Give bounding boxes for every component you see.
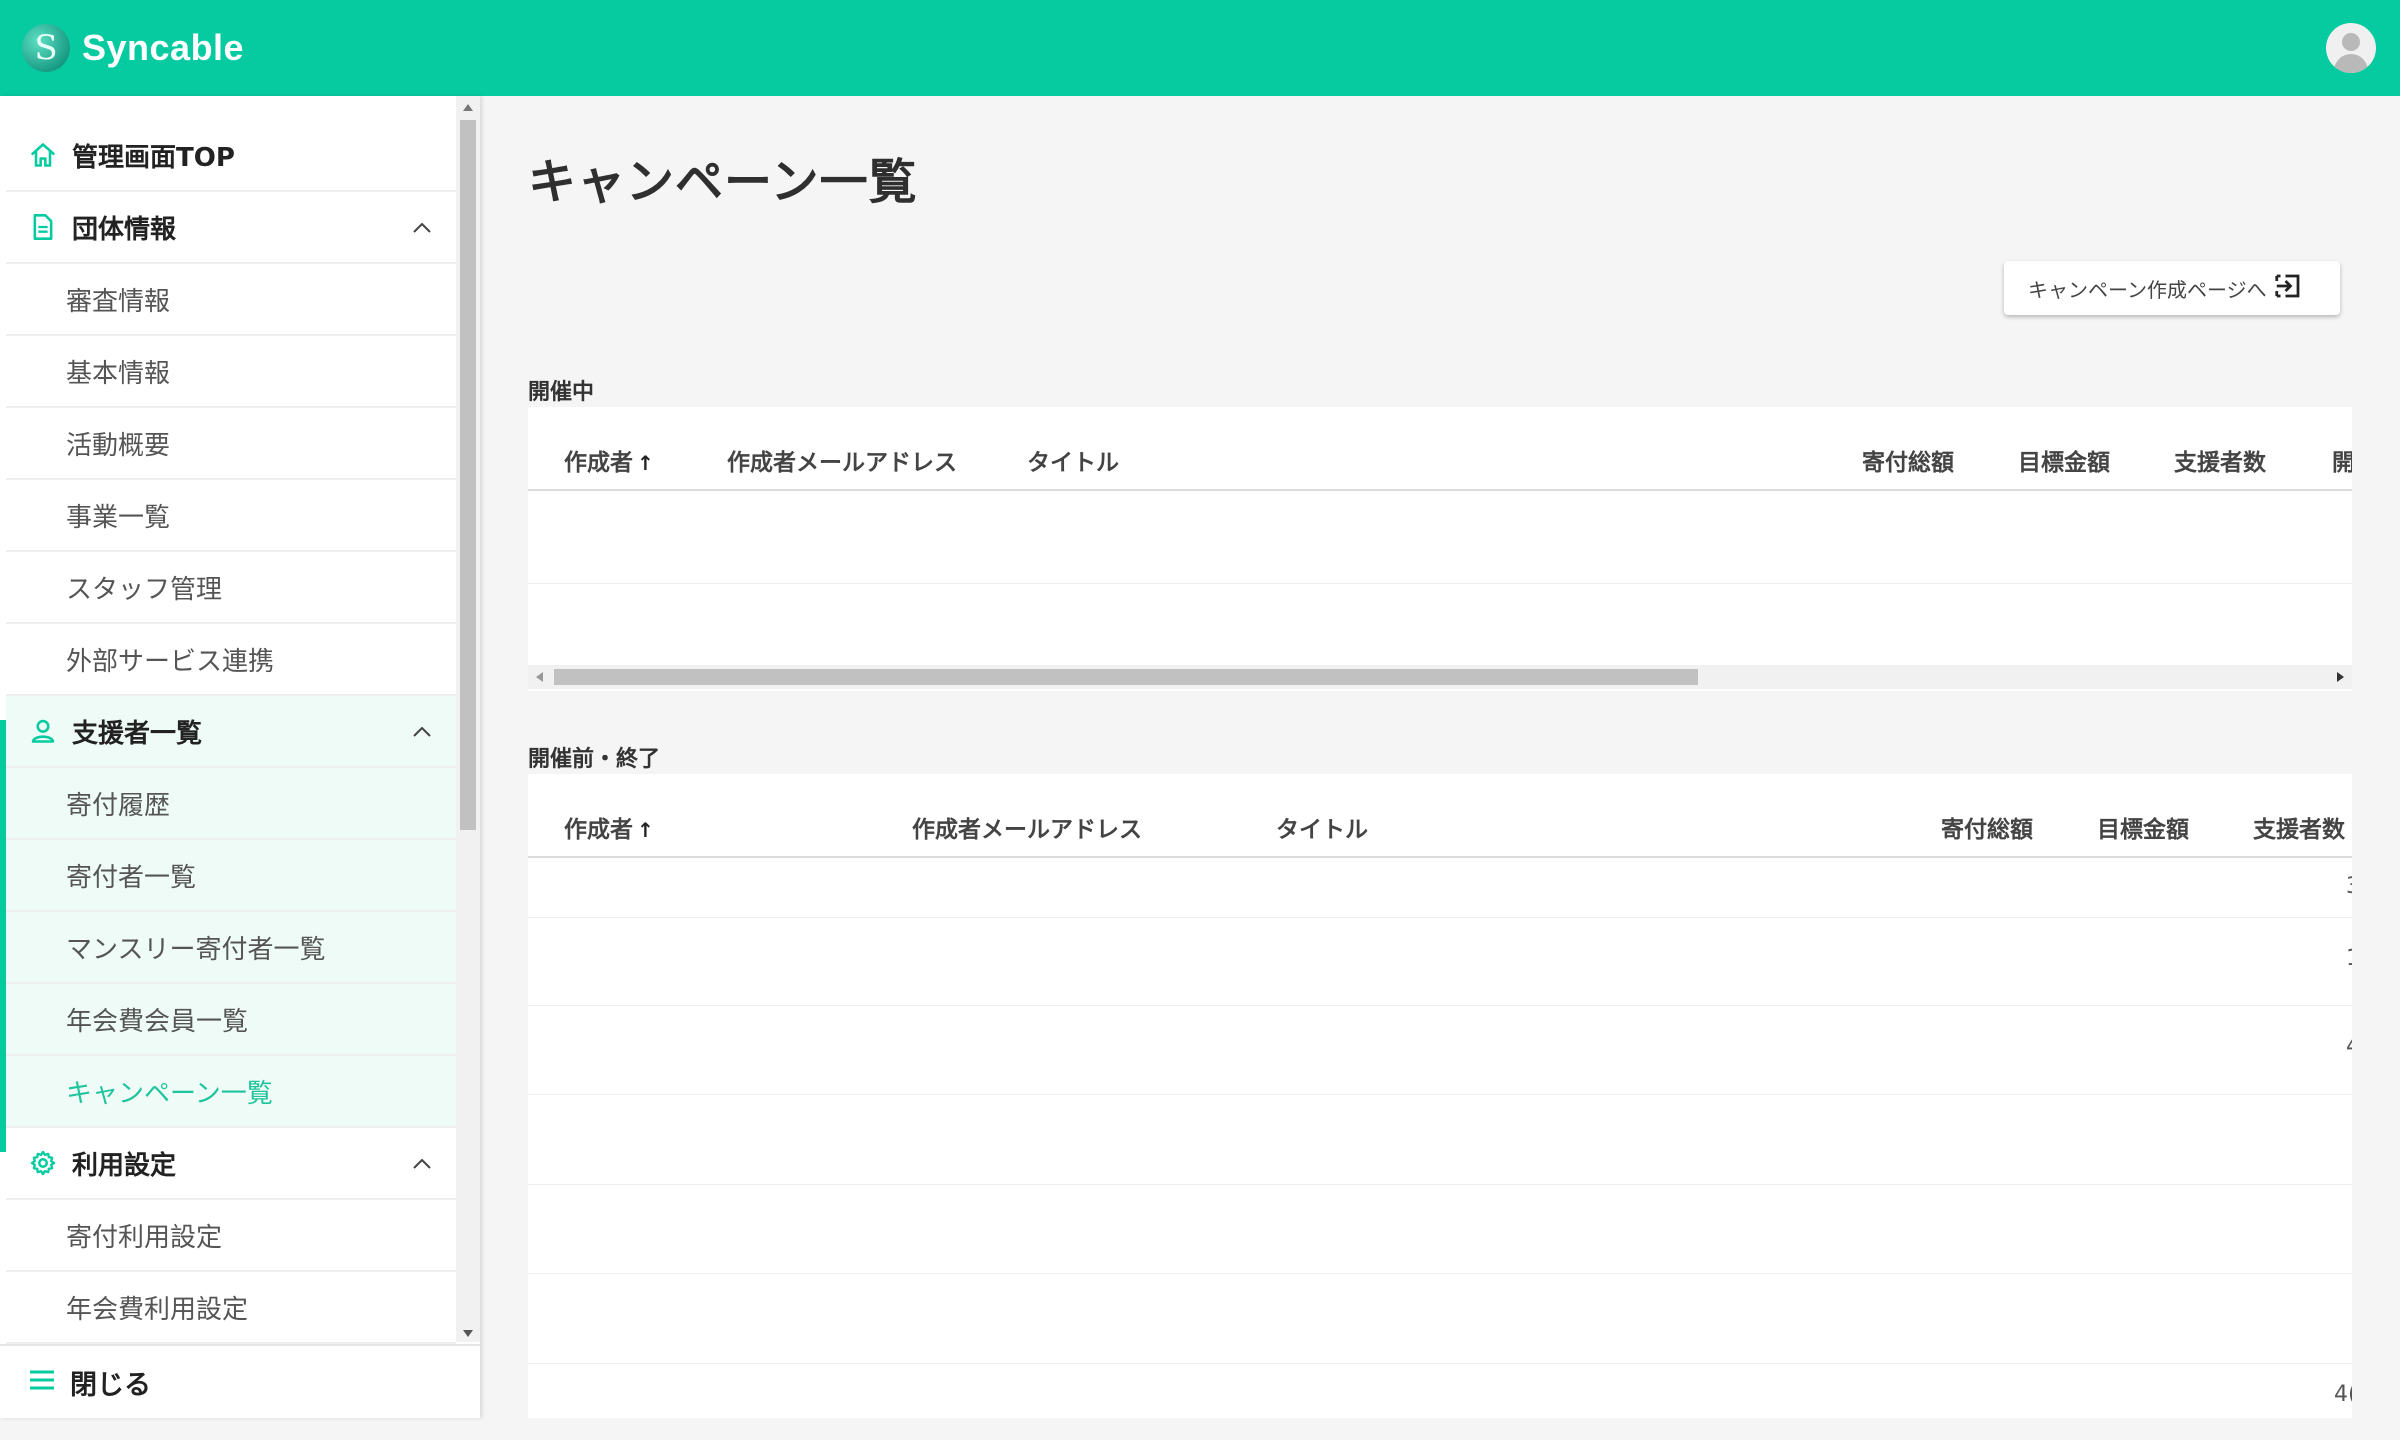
sidebar-item-label: 年会費会員一覧 <box>66 1006 249 1037</box>
section-label-other: 開催前・終了 <box>528 747 661 772</box>
page-title: キャンペーン一覧 <box>528 154 918 210</box>
sidebar-item-label: 団体情報 <box>72 214 177 245</box>
menu-icon <box>28 1368 56 1396</box>
sidebar-item-donation-history[interactable]: 寄付履歴 <box>6 768 456 840</box>
table-row[interactable]: 3 <box>528 860 2352 918</box>
sidebar-item-label: 寄付利用設定 <box>66 1222 223 1253</box>
sidebar-group-supporters[interactable]: 支援者一覧 <box>6 696 456 768</box>
column-header-title[interactable]: タイトル <box>1027 443 1119 477</box>
column-header-start[interactable]: 開 <box>2332 443 2352 477</box>
sidebar-item-basic-info[interactable]: 基本情報 <box>6 336 456 408</box>
chevron-up-icon[interactable] <box>410 720 434 744</box>
scroll-left-icon[interactable] <box>536 672 543 682</box>
app-header: S Syncable <box>0 0 2400 96</box>
table-row[interactable]: 4( <box>528 1364 2352 1418</box>
section-label-active: 開催中 <box>528 380 595 405</box>
sidebar-nav: 管理画面TOP 団体情報 審査情報 基本情報 活動概要 事業一覧 スタッフ管理 … <box>0 120 456 1440</box>
other-campaigns-table: 作成者↑ 作成者メールアドレス タイトル 寄付総額 目標金額 支援者数 3 1 … <box>528 774 2352 1418</box>
table-row[interactable] <box>528 584 2352 672</box>
table-header: 作成者 ↑ 作成者メールアドレス タイトル 寄付総額 目標金額 支援者数 <box>528 774 2352 858</box>
logo-mark-icon: S <box>22 24 70 72</box>
sidebar-item-staff[interactable]: スタッフ管理 <box>6 552 456 624</box>
column-header-creator[interactable]: 作成者 ↑ <box>564 810 654 844</box>
sidebar-item-label: キャンペーン一覧 <box>66 1078 273 1109</box>
sidebar-item-label: 審査情報 <box>66 286 171 317</box>
supporters-count: 4 <box>2346 1034 2352 1059</box>
scroll-up-icon[interactable] <box>463 104 473 111</box>
column-header-creator-email[interactable]: 作成者メールアドレス <box>727 443 957 477</box>
column-header-supporters[interactable]: 支援者数 <box>2174 443 2266 477</box>
sidebar-item-label: 基本情報 <box>66 358 171 389</box>
table-row[interactable] <box>528 1274 2352 1364</box>
sidebar-item-donors[interactable]: 寄付者一覧 <box>6 840 456 912</box>
chevron-up-icon[interactable] <box>410 216 434 240</box>
sidebar-item-label: 寄付者一覧 <box>66 862 197 893</box>
scroll-right-icon[interactable] <box>2337 672 2344 682</box>
app-name: Syncable <box>82 27 245 68</box>
sidebar-item-campaigns[interactable]: キャンペーン一覧 <box>6 1056 456 1128</box>
sidebar-item-admin-top[interactable]: 管理画面TOP <box>6 120 456 192</box>
logo[interactable]: S Syncable <box>22 24 244 72</box>
table-row[interactable] <box>528 1095 2352 1185</box>
sidebar-item-donation-settings[interactable]: 寄付利用設定 <box>6 1200 456 1272</box>
user-avatar[interactable] <box>2326 23 2376 73</box>
column-header-total-donations[interactable]: 寄付総額 <box>1941 810 2033 844</box>
supporters-count: 4( <box>2334 1382 2352 1407</box>
exit-to-app-icon <box>2273 271 2303 306</box>
sidebar-item-label: 寄付履歴 <box>66 790 171 821</box>
sort-arrow-icon[interactable]: ↑ <box>637 451 654 475</box>
scroll-down-icon[interactable] <box>463 1330 473 1337</box>
chevron-up-icon[interactable] <box>410 1152 434 1176</box>
sidebar-item-label: 管理画面TOP <box>72 142 235 173</box>
create-campaign-button[interactable]: キャンペーン作成ページへ <box>2004 261 2340 315</box>
table-row[interactable]: 1 <box>528 918 2352 1006</box>
sidebar-item-label: 事業一覧 <box>66 502 171 533</box>
table-row[interactable] <box>528 1185 2352 1274</box>
sidebar-item-label: マンスリー寄付者一覧 <box>66 934 326 965</box>
sidebar-scrollbar[interactable] <box>456 96 480 1342</box>
column-header-creator[interactable]: 作成者 ↑ <box>564 443 654 477</box>
sort-arrow-icon[interactable]: ↑ <box>637 818 654 842</box>
document-icon <box>28 212 58 242</box>
supporters-count: 3 <box>2346 874 2352 899</box>
sidebar-item-label: 支援者一覧 <box>72 718 203 749</box>
horizontal-scroll-thumb[interactable] <box>554 669 1698 685</box>
supporters-count: 1 <box>2346 946 2352 971</box>
table-row[interactable]: 4 <box>528 1006 2352 1095</box>
sidebar-item-activity-overview[interactable]: 活動概要 <box>6 408 456 480</box>
active-campaigns-table: 作成者 ↑ 作成者メールアドレス タイトル 寄付総額 目標金額 支援者数 開 <box>528 407 2352 691</box>
sidebar-item-projects[interactable]: 事業一覧 <box>6 480 456 552</box>
person-icon <box>28 716 58 746</box>
sidebar-item-review-info[interactable]: 審査情報 <box>6 264 456 336</box>
column-header-creator-email[interactable]: 作成者メールアドレス <box>912 810 1142 844</box>
sidebar-group-usage-settings[interactable]: 利用設定 <box>6 1128 456 1200</box>
home-icon <box>28 140 58 170</box>
sidebar-item-label: スタッフ管理 <box>66 574 223 605</box>
sidebar-item-external-services[interactable]: 外部サービス連携 <box>6 624 456 696</box>
column-header-title[interactable]: タイトル <box>1276 810 1368 844</box>
sidebar: 管理画面TOP 団体情報 審査情報 基本情報 活動概要 事業一覧 スタッフ管理 … <box>0 96 480 1418</box>
gear-icon <box>28 1148 58 1178</box>
sidebar-item-label: 外部サービス連携 <box>66 646 275 677</box>
column-header-total-donations[interactable]: 寄付総額 <box>1862 443 1954 477</box>
sidebar-item-label: 利用設定 <box>72 1150 177 1181</box>
column-header-target-amount[interactable]: 目標金額 <box>2018 443 2110 477</box>
sidebar-scroll-thumb[interactable] <box>460 120 476 830</box>
table-row[interactable] <box>528 493 2352 584</box>
table-horizontal-scrollbar[interactable] <box>528 665 2352 689</box>
sidebar-item-label: 年会費利用設定 <box>66 1294 249 1325</box>
sidebar-item-label: 活動概要 <box>66 430 171 461</box>
sidebar-item-annual-fee-settings[interactable]: 年会費利用設定 <box>6 1272 456 1344</box>
sidebar-group-organization[interactable]: 団体情報 <box>6 192 456 264</box>
sidebar-item-annual-members[interactable]: 年会費会員一覧 <box>6 984 456 1056</box>
column-header-target-amount[interactable]: 目標金額 <box>2097 810 2189 844</box>
create-campaign-label: キャンペーン作成ページへ <box>2028 277 2267 302</box>
sidebar-close-button[interactable]: 閉じる <box>0 1344 480 1418</box>
column-header-supporters[interactable]: 支援者数 <box>2253 810 2345 844</box>
sidebar-item-monthly-donors[interactable]: マンスリー寄付者一覧 <box>6 912 456 984</box>
close-label: 閉じる <box>70 1369 151 1401</box>
table-header: 作成者 ↑ 作成者メールアドレス タイトル 寄付総額 目標金額 支援者数 開 <box>528 407 2352 491</box>
